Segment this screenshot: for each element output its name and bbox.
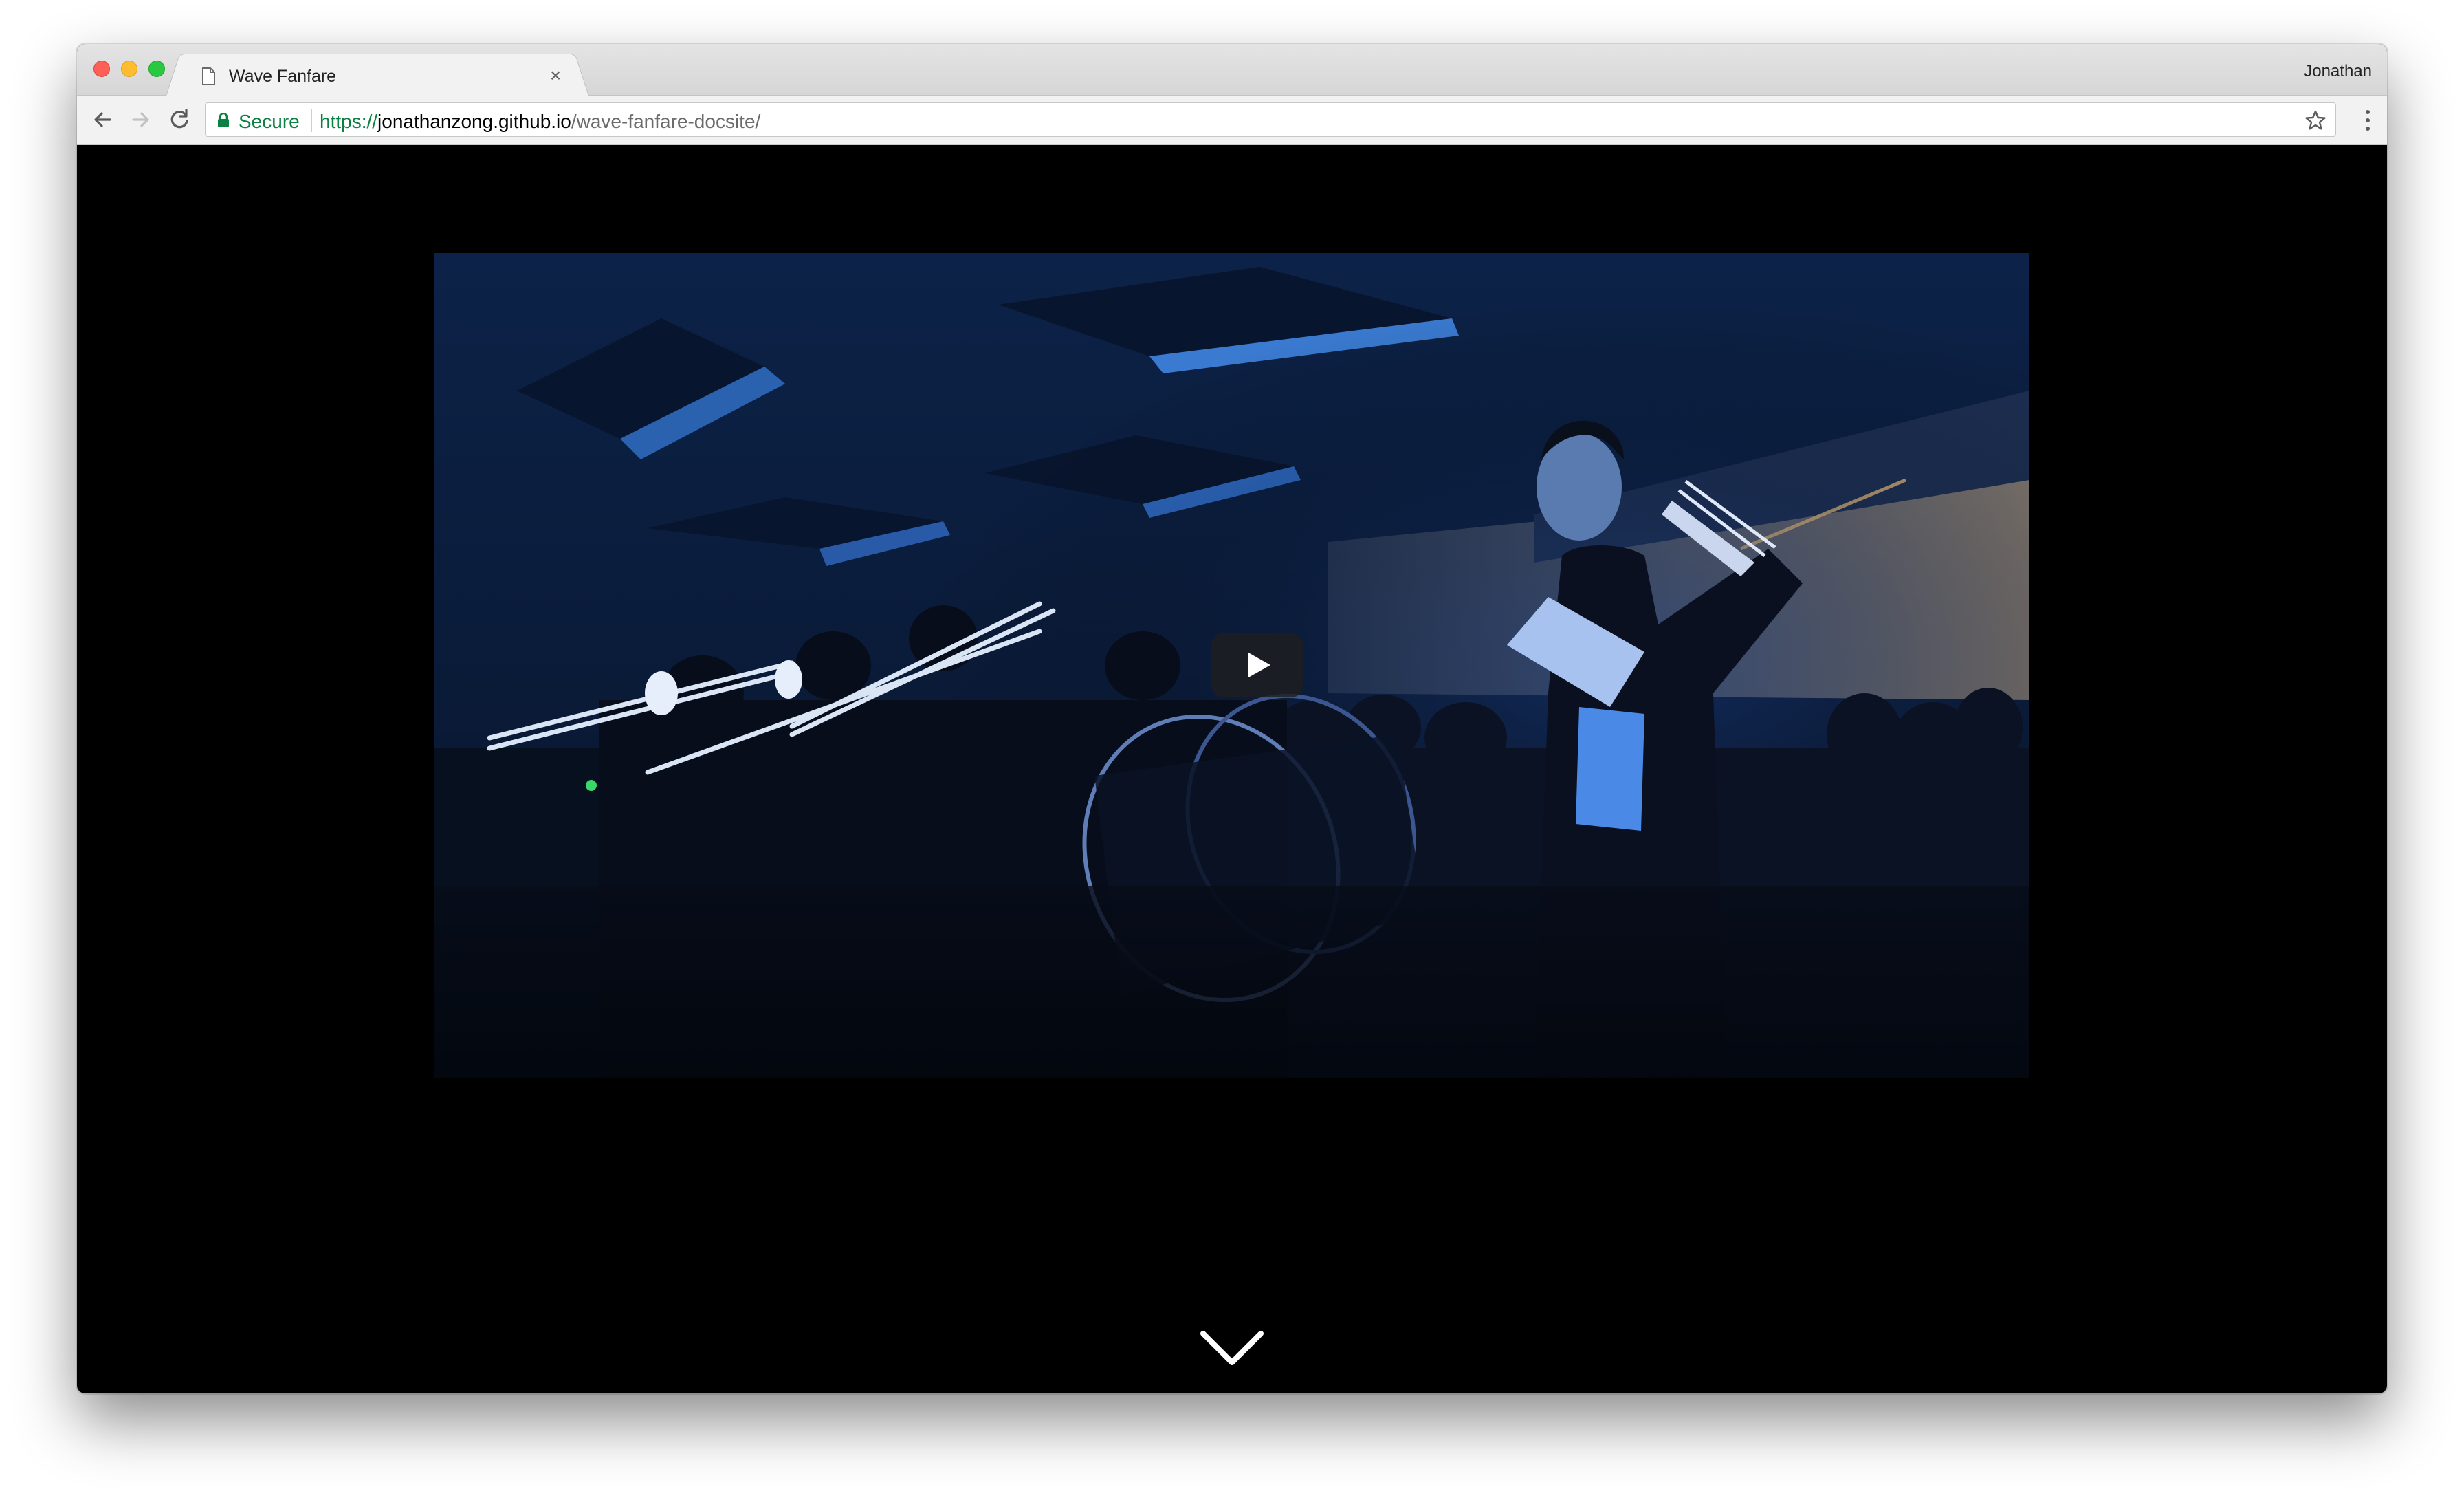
url-path: /wave-fanfare-docsite/ — [571, 111, 761, 132]
window-maximize-button[interactable] — [148, 61, 165, 77]
page-content — [77, 145, 2387, 1393]
address-separator — [311, 109, 312, 132]
url-scheme: https:// — [320, 111, 378, 132]
play-icon[interactable] — [1211, 633, 1304, 697]
star-icon[interactable] — [2304, 109, 2327, 132]
browser-window: Wave Fanfare × Jonathan Secure https://j… — [77, 44, 2387, 1393]
profile-name[interactable]: Jonathan — [2304, 62, 2372, 81]
video-player[interactable] — [434, 253, 2030, 1078]
window-minimize-button[interactable] — [121, 61, 138, 77]
reload-icon[interactable] — [165, 105, 194, 134]
url-host: jonathanzong.github.io — [377, 111, 571, 132]
tab-wave-fanfare[interactable]: Wave Fanfare × — [180, 54, 575, 96]
tab-close-icon[interactable]: × — [547, 65, 564, 86]
chevron-down-icon[interactable] — [1199, 1328, 1265, 1369]
address-bar[interactable]: Secure https://jonathanzong.github.io/wa… — [205, 102, 2336, 137]
lock-icon — [218, 113, 229, 127]
back-arrow-icon[interactable] — [88, 105, 117, 134]
security-label[interactable]: Secure — [239, 111, 300, 133]
tab-title: Wave Fanfare — [229, 67, 337, 86]
forward-arrow-icon[interactable] — [126, 105, 155, 134]
tab-strip: Wave Fanfare × Jonathan — [77, 44, 2387, 96]
page-icon — [202, 67, 215, 85]
url-text[interactable]: https://jonathanzong.github.io/wave-fanf… — [320, 111, 760, 133]
browser-toolbar: Secure https://jonathanzong.github.io/wa… — [77, 96, 2387, 145]
vertical-dots-icon[interactable] — [2364, 107, 2372, 134]
window-close-button[interactable] — [94, 61, 110, 77]
